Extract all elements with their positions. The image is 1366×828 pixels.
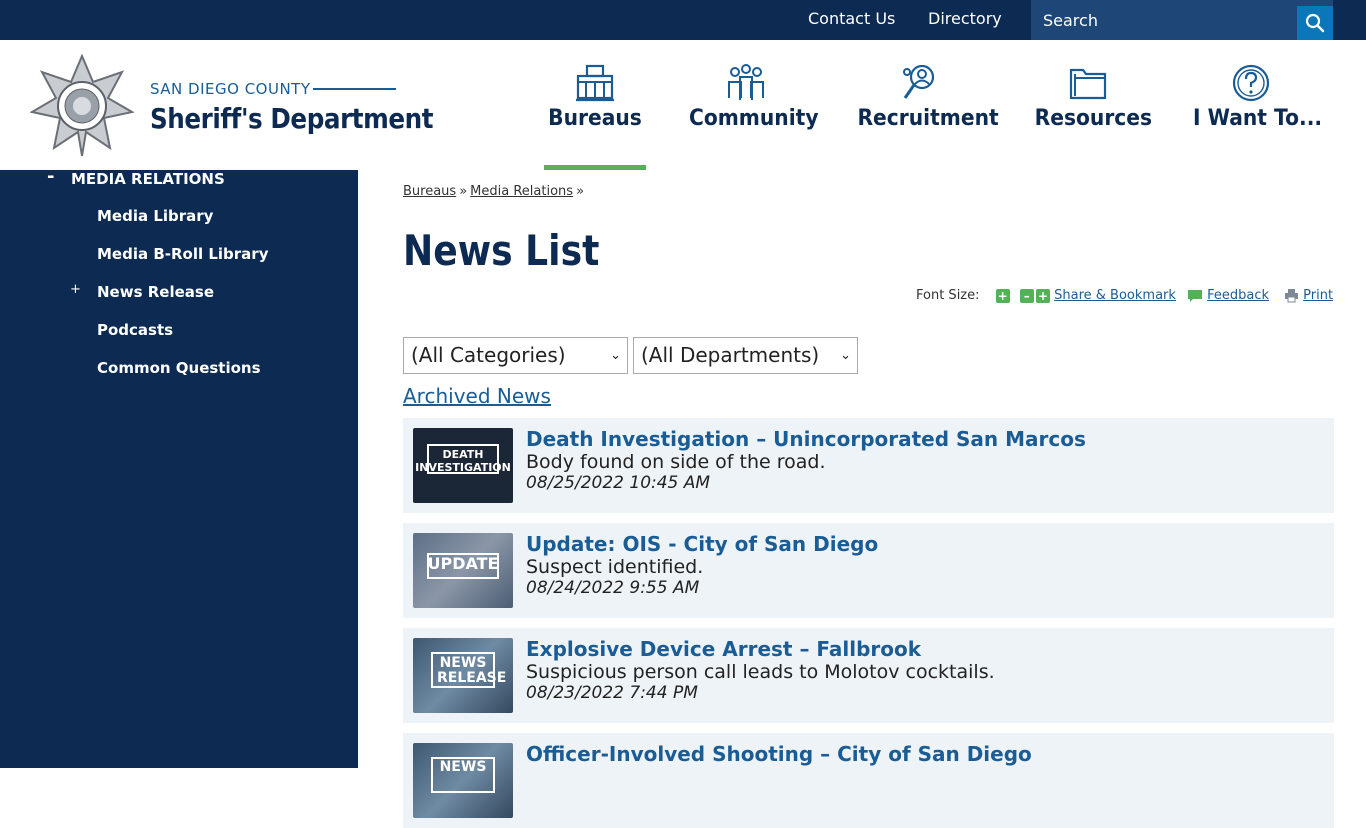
share-plus-icon: + (1036, 288, 1050, 303)
departments-select[interactable]: (All Departments) ⌄ (633, 337, 858, 374)
collapse-icon[interactable]: - (47, 166, 54, 187)
news-date: 08/23/2022 7:44 PM (526, 683, 698, 703)
news-description: Body found on side of the road. (526, 451, 826, 473)
question-circle-icon (1232, 64, 1270, 102)
nav-bureaus[interactable]: Bureaus (544, 40, 646, 170)
departments-selected-value: (All Departments) (641, 343, 820, 367)
news-description: Suspicious person call leads to Molotov … (526, 661, 995, 683)
thumbnail-label: DEATH INVESTIGATION (415, 448, 511, 474)
nav-recruitment[interactable]: Recruitment (852, 40, 999, 170)
print-tool: Print (1284, 288, 1333, 308)
news-thumbnail[interactable]: DEATH INVESTIGATION (413, 428, 513, 503)
news-thumbnail[interactable]: NEWS (413, 743, 513, 818)
expand-icon[interactable]: + (70, 282, 81, 297)
news-item[interactable]: DEATH INVESTIGATION Death Investigation … (403, 418, 1334, 513)
news-item[interactable]: NEWS RELEASE Explosive Device Arrest – F… (403, 628, 1334, 723)
page-title: News List (403, 226, 600, 275)
news-title-link[interactable]: Update: OIS - City of San Diego (526, 532, 878, 556)
share-tool: + Share & Bookmark (1036, 288, 1176, 308)
news-title-link[interactable]: Explosive Device Arrest – Fallbrook (526, 637, 921, 661)
news-thumbnail[interactable]: UPDATE (413, 533, 513, 608)
sheriff-badge-logo[interactable] (29, 53, 135, 158)
archived-news-link[interactable]: Archived News (403, 384, 551, 408)
folder-icon (1069, 68, 1107, 100)
news-item[interactable]: NEWS Officer-Involved Shooting – City of… (403, 733, 1334, 828)
font-size-label: Font Size: (916, 288, 980, 303)
share-bookmark-link[interactable]: Share & Bookmark (1054, 288, 1176, 303)
site-header: SAN DIEGO COUNTY Sheriff's Department Bu… (0, 40, 1366, 170)
nav-community[interactable]: Community (684, 40, 819, 170)
sidebar-item-media-relations[interactable]: MEDIA RELATIONS (71, 170, 225, 188)
person-search-icon (903, 64, 935, 99)
breadcrumb-separator: » (459, 184, 468, 199)
news-date: 08/24/2022 9:55 AM (526, 578, 700, 598)
search-icon (1305, 13, 1325, 33)
org-main-label: Sheriff's Department (150, 102, 434, 135)
font-increase-icon[interactable]: + (995, 288, 1010, 303)
active-nav-indicator (544, 165, 646, 170)
nav-label: I Want To... (1193, 106, 1323, 131)
news-title-link[interactable]: Death Investigation – Unincorporated San… (526, 427, 1086, 451)
font-decrease-icon[interactable]: – (1019, 288, 1034, 303)
breadcrumb-link-media-relations[interactable]: Media Relations (470, 184, 573, 199)
sidebar-item-media-b-roll-library[interactable]: Media B-Roll Library (97, 245, 268, 263)
utility-bar: Contact Us Directory (0, 0, 1366, 40)
news-date: 08/25/2022 10:45 AM (526, 473, 711, 493)
nav-label: Community (688, 106, 819, 131)
breadcrumb: Bureaus» Media Relations» (403, 184, 587, 199)
print-link[interactable]: Print (1303, 288, 1333, 303)
news-description: Suspect identified. (526, 556, 704, 578)
news-item[interactable]: UPDATE Update: OIS - City of San Diego S… (403, 523, 1334, 618)
search-input[interactable] (1031, 0, 1295, 40)
directory-link[interactable]: Directory (928, 9, 1002, 28)
nav-label: Bureaus (548, 106, 642, 131)
thumbnail-label: UPDATE (427, 554, 499, 573)
sidebar-item-podcasts[interactable]: Podcasts (97, 321, 173, 339)
thumbnail-label: NEWS RELEASE (437, 655, 507, 686)
nav-i-want-to[interactable]: I Want To... (1188, 40, 1323, 170)
people-group-icon (728, 64, 764, 100)
building-icon (576, 64, 614, 102)
nav-label: Resources (1034, 106, 1153, 131)
categories-selected-value: (All Categories) (411, 343, 566, 367)
printer-icon (1285, 289, 1298, 303)
categories-select[interactable]: (All Categories) ⌄ (403, 337, 628, 374)
feedback-link[interactable]: Feedback (1207, 288, 1269, 303)
nav-label: Recruitment (857, 106, 999, 131)
news-thumbnail[interactable]: NEWS RELEASE (413, 638, 513, 713)
sidebar-item-media-library[interactable]: Media Library (97, 207, 213, 225)
font-size-tools: Font Size: + – (916, 288, 1034, 308)
breadcrumb-link-bureaus[interactable]: Bureaus (403, 184, 456, 199)
nav-resources[interactable]: Resources (1030, 40, 1153, 170)
chevron-down-icon: ⌄ (840, 348, 851, 363)
feedback-icon (1188, 289, 1202, 302)
sidebar-item-news-release[interactable]: News Release (97, 283, 214, 301)
contact-us-link[interactable]: Contact Us (808, 9, 895, 28)
search-box (1031, 0, 1333, 40)
sidebar-item-common-questions[interactable]: Common Questions (97, 359, 261, 377)
sidebar: - MEDIA RELATIONS Media Library Media B-… (0, 166, 358, 768)
breadcrumb-separator: » (576, 184, 585, 199)
org-top-label: SAN DIEGO COUNTY (150, 80, 311, 98)
news-title-link[interactable]: Officer-Involved Shooting – City of San … (526, 742, 1032, 766)
search-button[interactable] (1297, 6, 1333, 40)
logo-divider (313, 88, 396, 90)
chevron-down-icon: ⌄ (610, 348, 621, 363)
feedback-tool: Feedback (1187, 288, 1269, 308)
